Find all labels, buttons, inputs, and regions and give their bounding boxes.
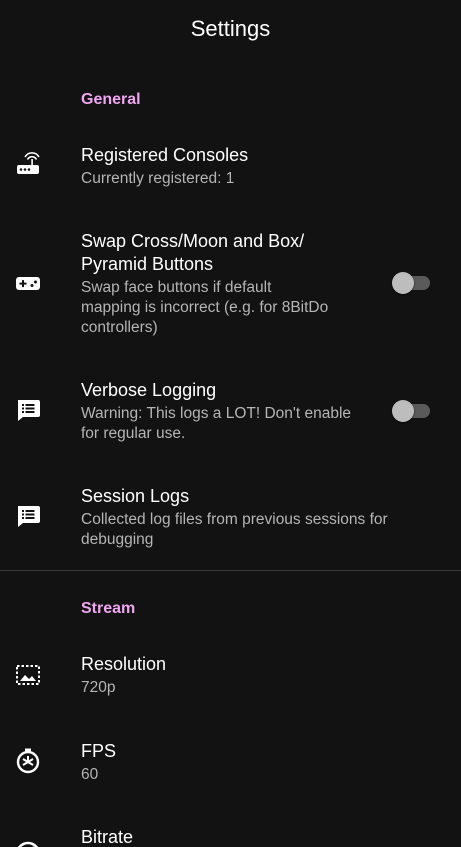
setting-title: Bitrate bbox=[81, 827, 134, 847]
section-divider bbox=[0, 570, 461, 571]
router-icon bbox=[14, 151, 42, 179]
setting-verbose-logging[interactable]: Verbose Logging Warning: This logs a LOT… bbox=[0, 372, 461, 452]
setting-title: Session Logs bbox=[81, 486, 190, 506]
setting-fps[interactable]: FPS 60 bbox=[0, 732, 461, 796]
setting-summary-line-1: Swap face buttons if default bbox=[81, 279, 272, 296]
speedometer-icon bbox=[14, 836, 42, 847]
setting-summary-line-2: for regular use. bbox=[81, 425, 186, 442]
setting-summary-line-1: Warning: This logs a LOT! Don't enable bbox=[81, 405, 352, 422]
setting-title-line-2: Pyramid Buttons bbox=[81, 254, 214, 274]
log-message-icon bbox=[14, 396, 42, 424]
setting-swap-buttons[interactable]: Swap Cross/Moon and Box/ Pyramid Buttons… bbox=[0, 222, 461, 342]
image-aspect-icon bbox=[14, 661, 42, 689]
log-message-icon bbox=[14, 502, 42, 530]
setting-title: Registered Consoles bbox=[81, 145, 249, 165]
setting-registered-consoles[interactable]: Registered Consoles Currently registered… bbox=[0, 135, 461, 199]
setting-title-line-1: Swap Cross/Moon and Box/ bbox=[81, 231, 305, 251]
setting-resolution[interactable]: Resolution 720p bbox=[0, 645, 461, 709]
gamepad-icon bbox=[14, 269, 42, 297]
app-bar: Settings bbox=[0, 0, 461, 58]
setting-summary-line-2: mapping is incorrect (e.g. for 8BitDo bbox=[81, 299, 329, 316]
setting-summary-line-2: debugging bbox=[81, 531, 154, 548]
setting-summary: 720p bbox=[81, 679, 116, 696]
setting-bitrate[interactable]: Bitrate bbox=[0, 818, 461, 847]
setting-summary: Currently registered: 1 bbox=[81, 170, 235, 187]
setting-summary: 60 bbox=[81, 766, 99, 783]
setting-summary-line-3: controllers) bbox=[81, 319, 158, 336]
toggle-thumb bbox=[392, 272, 414, 294]
setting-summary-line-1: Collected log files from previous sessio… bbox=[81, 511, 388, 528]
verbose-logging-toggle[interactable] bbox=[392, 398, 430, 422]
timer-icon bbox=[14, 747, 42, 775]
swap-buttons-toggle[interactable] bbox=[392, 270, 430, 294]
setting-title: Resolution bbox=[81, 654, 167, 674]
toggle-thumb bbox=[392, 400, 414, 422]
setting-title: FPS bbox=[81, 741, 117, 761]
page-title: Settings bbox=[190, 16, 271, 41]
section-header-general: General bbox=[81, 91, 141, 108]
setting-session-logs[interactable]: Session Logs Collected log files from pr… bbox=[0, 480, 461, 560]
setting-title: Verbose Logging bbox=[81, 380, 217, 400]
section-header-stream: Stream bbox=[81, 600, 136, 617]
